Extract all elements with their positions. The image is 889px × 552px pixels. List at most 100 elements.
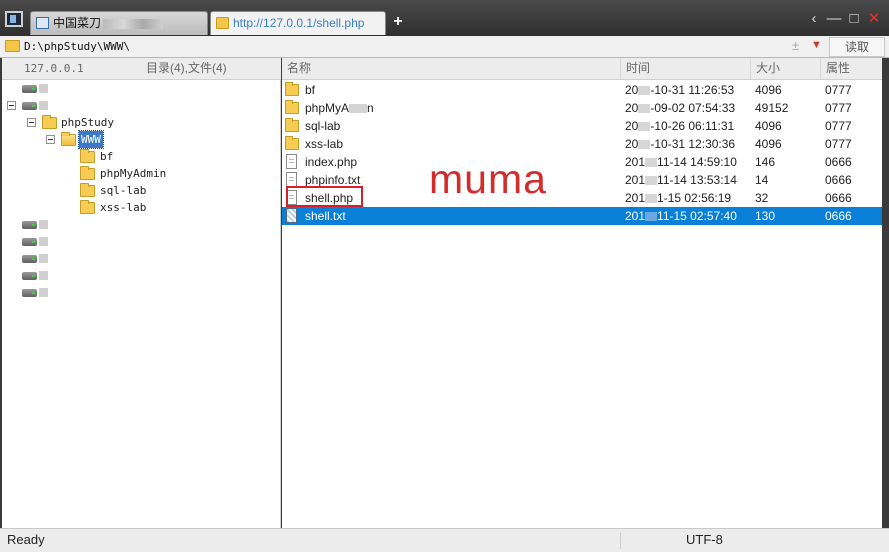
path-input[interactable] bbox=[24, 38, 828, 56]
tab-label: 中国菜刀 bbox=[53, 16, 102, 30]
file-time: 20 -10-31 11:26:53 bbox=[625, 83, 735, 97]
file-list[interactable]: bf 20 -10-31 11:26:53 4096 0777 phpMyA n 2… bbox=[282, 80, 882, 528]
tree-label: xss-lab bbox=[100, 201, 147, 214]
maximize-button[interactable]: □ bbox=[846, 10, 862, 28]
tree-item-sql-lab[interactable]: sql-lab bbox=[2, 182, 281, 199]
file-size: 14 bbox=[755, 173, 769, 187]
file-row-xss-lab[interactable]: xss-lab 20 -10-31 12:30:36 4096 0777 bbox=[282, 135, 882, 153]
drive-item[interactable] bbox=[2, 233, 281, 250]
file-name: xss-lab bbox=[305, 137, 344, 151]
redacted-text bbox=[39, 237, 48, 246]
tree-label: sql-lab bbox=[100, 184, 147, 197]
file-row-shell-txt[interactable]: shell.txt 201 11-15 02:57:40 130 0666 bbox=[282, 207, 882, 225]
folder-icon bbox=[285, 100, 299, 114]
tree-item-phpmyadmin[interactable]: phpMyAdmin bbox=[2, 165, 281, 182]
address-bar: ± ▼ 读取 bbox=[0, 36, 889, 58]
tab-shell[interactable]: http://127.0.0.1/shell.php bbox=[210, 11, 386, 35]
drive-item[interactable] bbox=[2, 267, 281, 284]
tree-item-phpstudy[interactable]: phpStudy bbox=[2, 114, 281, 131]
redacted-text bbox=[39, 84, 48, 93]
minimize-button[interactable]: — bbox=[826, 10, 842, 28]
folder-icon bbox=[285, 82, 299, 96]
drive-icon bbox=[22, 255, 37, 263]
folder-icon bbox=[42, 115, 57, 129]
annotation-label: muma bbox=[429, 156, 547, 202]
title-bar: 中国菜刀 http://127.0.0.1/shell.php + ‹ — □ … bbox=[0, 0, 889, 36]
read-button[interactable]: 读取 bbox=[829, 37, 885, 57]
file-size: 4096 bbox=[755, 137, 782, 151]
highlight-box bbox=[286, 186, 363, 207]
redacted-text bbox=[39, 288, 48, 297]
column-size[interactable]: 大小 bbox=[750, 58, 820, 79]
chevron-down-icon[interactable]: ▼ bbox=[811, 39, 822, 51]
drive-item[interactable] bbox=[2, 97, 281, 114]
collapse-icon[interactable] bbox=[7, 101, 16, 110]
column-time[interactable]: 时间 bbox=[620, 58, 750, 79]
directory-tree[interactable]: phpStudy WWW bf phpMyAdmin sql-lab xss-l… bbox=[2, 80, 281, 528]
file-attr: 0666 bbox=[825, 191, 852, 205]
file-size: 146 bbox=[755, 155, 776, 169]
window-icon bbox=[36, 17, 49, 29]
back-icon[interactable]: ‹ bbox=[806, 10, 822, 28]
redacted-text bbox=[39, 220, 48, 229]
file-attr: 0666 bbox=[825, 173, 852, 187]
folder-icon bbox=[80, 166, 95, 180]
file-attr: 0666 bbox=[825, 155, 852, 169]
close-button[interactable]: ✕ bbox=[866, 10, 882, 28]
file-time: 201 11-14 13:53:14 bbox=[625, 173, 737, 187]
tree-item-xss-lab[interactable]: xss-lab bbox=[2, 199, 281, 216]
tree-label: bf bbox=[100, 150, 114, 163]
drive-icon bbox=[22, 85, 37, 93]
folder-icon bbox=[285, 136, 299, 150]
file-name: sql-lab bbox=[305, 119, 341, 133]
plus-minus-icon[interactable]: ± bbox=[792, 38, 799, 53]
host-label: 127.0.0.1 bbox=[24, 62, 84, 75]
divider bbox=[620, 532, 621, 549]
redacted-text bbox=[103, 18, 164, 29]
file-time: 20 -10-26 06:11:31 bbox=[625, 119, 735, 133]
tree-item-bf[interactable]: bf bbox=[2, 148, 281, 165]
tab-caidao[interactable]: 中国菜刀 bbox=[30, 11, 208, 35]
file-size: 4096 bbox=[755, 119, 782, 133]
tree-item-www[interactable]: WWW bbox=[2, 130, 281, 149]
drive-icon bbox=[22, 289, 37, 297]
collapse-icon[interactable] bbox=[27, 118, 36, 127]
file-attr: 0666 bbox=[825, 209, 852, 223]
folder-icon bbox=[80, 200, 95, 214]
drive-icon bbox=[22, 272, 37, 280]
drive-icon bbox=[22, 102, 37, 110]
drive-icon bbox=[22, 221, 37, 229]
new-tab-button[interactable]: + bbox=[391, 13, 405, 31]
tree-header: 127.0.0.1 目录(4),文件(4) bbox=[2, 58, 281, 80]
column-attr[interactable]: 属性 bbox=[820, 58, 882, 79]
file-time: 20 -10-31 12:30:36 bbox=[625, 137, 736, 151]
file-row-bf[interactable]: bf 20 -10-31 11:26:53 4096 0777 bbox=[282, 81, 882, 99]
file-row-phpinfo[interactable]: phpinfo.txt 201 11-14 13:53:14 14 0666 bbox=[282, 171, 882, 189]
file-time: 201 11-15 02:57:40 bbox=[625, 209, 737, 223]
file-name: bf bbox=[305, 83, 316, 97]
drive-item[interactable] bbox=[2, 216, 281, 233]
app-icon[interactable] bbox=[5, 11, 23, 27]
status-bar: Ready UTF-8 bbox=[0, 528, 889, 552]
file-time: 201 11-14 14:59:10 bbox=[625, 155, 737, 169]
file-attr: 0777 bbox=[825, 137, 852, 151]
folder-icon bbox=[5, 40, 20, 52]
file-size: 49152 bbox=[755, 101, 789, 115]
status-text: Ready bbox=[7, 532, 45, 547]
file-row-phpmyadmin[interactable]: phpMyA n 20 -09-02 07:54:33 49152 0777 bbox=[282, 99, 882, 117]
drive-item[interactable] bbox=[2, 80, 281, 97]
column-name[interactable]: 名称 bbox=[282, 58, 620, 79]
file-list-header: 名称 时间 大小 属性 bbox=[282, 58, 882, 80]
folder-icon bbox=[80, 183, 95, 197]
drive-item[interactable] bbox=[2, 250, 281, 267]
dir-summary: 目录(4),文件(4) bbox=[146, 61, 227, 75]
drive-item[interactable] bbox=[2, 284, 281, 301]
file-row-index[interactable]: index.php 201 11-14 14:59:10 146 0666 bbox=[282, 153, 882, 171]
file-time: 201 1-15 02:56:19 bbox=[625, 191, 732, 205]
redacted-text bbox=[39, 254, 48, 263]
file-row-sql-lab[interactable]: sql-lab 20 -10-26 06:11:31 4096 0777 bbox=[282, 117, 882, 135]
file-size: 130 bbox=[755, 209, 776, 223]
tree-label: phpStudy bbox=[61, 116, 114, 129]
file-row-shell-php[interactable]: shell.php 201 1-15 02:56:19 32 0666 bbox=[282, 189, 882, 207]
collapse-icon[interactable] bbox=[46, 135, 55, 144]
